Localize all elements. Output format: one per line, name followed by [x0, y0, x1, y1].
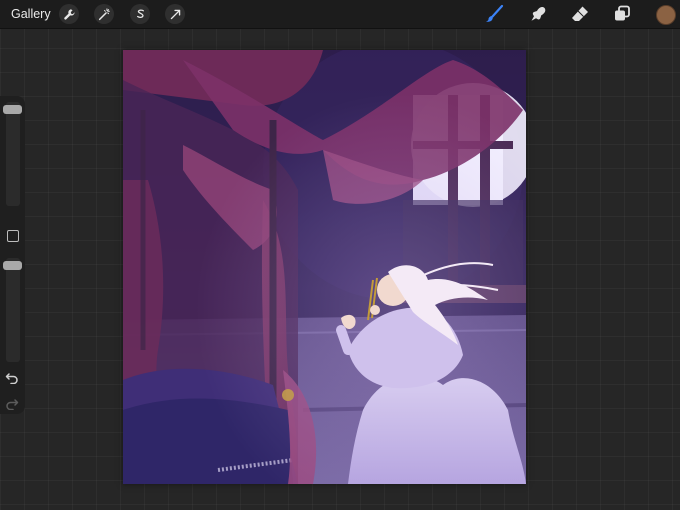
actions-button[interactable]: [59, 4, 79, 24]
eraser-button[interactable]: [569, 4, 591, 24]
transform-arrow-icon: [170, 9, 180, 19]
smudge-icon: [531, 6, 546, 21]
color-swatch[interactable]: [656, 5, 676, 25]
brush-button[interactable]: [483, 4, 505, 24]
undo-icon[interactable]: [5, 370, 19, 384]
redo-icon[interactable]: [5, 396, 19, 410]
adjustments-button[interactable]: [94, 4, 114, 24]
opacity-slider[interactable]: [3, 258, 22, 362]
eraser-icon: [572, 6, 588, 21]
gallery-button[interactable]: Gallery: [11, 7, 51, 21]
artwork-illustration: [123, 50, 526, 484]
selection-button[interactable]: [130, 4, 150, 24]
brush-icon: [486, 4, 504, 22]
brush-size-slider[interactable]: [3, 102, 22, 206]
modify-button[interactable]: [7, 230, 19, 242]
opacity-thumb[interactable]: [3, 261, 22, 270]
layers-icon: [615, 5, 630, 21]
top-toolbar: Gallery: [0, 0, 680, 29]
wrench-icon: [63, 8, 75, 20]
transform-button[interactable]: [165, 4, 185, 24]
brush-size-thumb[interactable]: [3, 105, 22, 114]
selection-s-icon: [136, 8, 144, 18]
drawing-canvas[interactable]: [123, 50, 526, 484]
layers-button[interactable]: [611, 4, 633, 24]
sidebar: [0, 96, 25, 414]
magic-wand-icon: [98, 7, 110, 20]
smudge-button[interactable]: [526, 4, 548, 24]
